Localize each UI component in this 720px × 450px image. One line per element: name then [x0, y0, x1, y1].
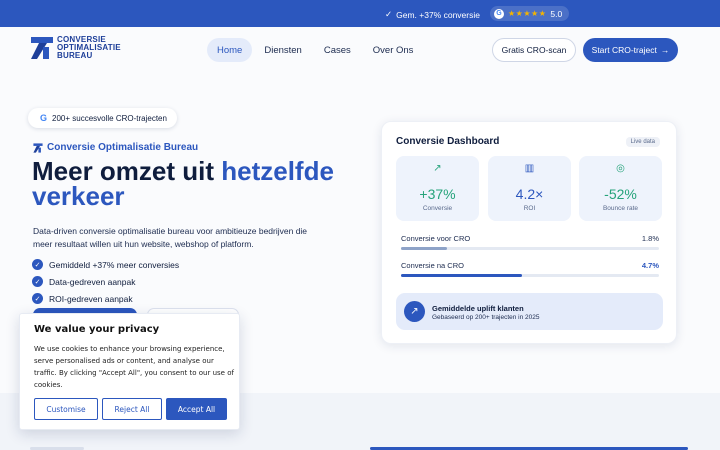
- live-badge: Live data: [625, 137, 660, 147]
- bar-chart-icon: ▥: [524, 163, 535, 174]
- stat-conversion: ↗ +37% Conversie: [396, 156, 479, 221]
- bar-value: 4.7%: [641, 261, 659, 270]
- bar-before-cro: Conversie voor CRO 1.8%: [401, 234, 659, 250]
- uplift-card: ↗ Gemiddelde uplift klanten Gebaseerd op…: [396, 293, 663, 330]
- google-icon: G: [494, 8, 504, 19]
- headline-part-3: verkeer: [32, 181, 125, 211]
- stars-icon: ★★★★★: [508, 9, 547, 18]
- accept-all-button[interactable]: Accept All: [166, 398, 227, 420]
- list-item: ✓ Data-gedreven aanpak: [32, 273, 179, 290]
- benefit-list: ✓ Gemiddeld +37% meer conversies ✓ Data-…: [32, 256, 179, 307]
- hero-description: Data-driven conversie optimalisatie bure…: [33, 226, 308, 249]
- check-icon: ✓: [385, 9, 393, 19]
- stat-roi: ▥ 4.2× ROI: [488, 156, 571, 221]
- headline-accent: hetzelfde: [221, 156, 334, 186]
- rating-value: 5.0: [550, 8, 563, 19]
- logo-mark-icon: [31, 36, 53, 60]
- stat-value: 4.2×: [515, 186, 544, 202]
- eyebrow: Conversie Optimalisatie Bureau: [33, 142, 198, 153]
- conversion-dashboard: Conversie Dashboard Live data ↗ +37% Con…: [381, 121, 677, 344]
- uplift-subtitle: Gebaseerd op 200+ trajecten in 2025: [432, 314, 540, 321]
- top-bar: ✓ Gem. +37% conversie G ★★★★★ 5.0: [0, 0, 720, 27]
- cookie-consent-dialog: We value your privacy We use cookies to …: [19, 313, 240, 430]
- cookie-body: We use cookies to enhance your browsing …: [34, 345, 234, 389]
- logo[interactable]: CONVERSIE OPTIMALISATIE BUREAU: [31, 36, 121, 60]
- bar-after-cro: Conversie na CRO 4.7%: [401, 261, 659, 277]
- nav-home[interactable]: Home: [207, 38, 253, 62]
- cookie-title: We value your privacy: [34, 324, 160, 335]
- start-traject-label: Start CRO-traject: [591, 45, 657, 55]
- target-icon: ◎: [616, 163, 625, 174]
- stat-bounce: ◎ -52% Bounce rate: [579, 156, 662, 221]
- social-proof-text: 200+ succesvolle CRO-trajecten: [52, 113, 167, 123]
- promo-banner: ✓ Gem. +37% conversie: [385, 9, 480, 20]
- social-proof-pill: G 200+ succesvolle CRO-trajecten: [28, 108, 177, 128]
- progress-track: [401, 274, 659, 277]
- list-item: ✓ ROI-gedreven aanpak: [32, 290, 179, 307]
- stat-value: +37%: [419, 186, 456, 202]
- trend-up-icon: ↗: [433, 163, 442, 174]
- promo-text: Gem. +37% conversie: [396, 9, 480, 20]
- google-rating[interactable]: G ★★★★★ 5.0: [490, 6, 570, 21]
- logo-small-icon: [33, 142, 43, 153]
- list-item: ✓ Gemiddeld +37% meer conversies: [32, 256, 179, 273]
- dashboard-title: Conversie Dashboard: [396, 136, 500, 147]
- reject-all-button[interactable]: Reject All: [102, 398, 162, 420]
- benefit-text: Data-gedreven aanpak: [49, 276, 136, 287]
- logo-text: CONVERSIE OPTIMALISATIE BUREAU: [57, 36, 121, 60]
- stat-label: Conversie: [422, 205, 453, 212]
- eyebrow-text: Conversie Optimalisatie Bureau: [47, 142, 199, 153]
- check-circle-icon: ✓: [32, 259, 43, 270]
- progress-track: [401, 247, 659, 250]
- logo-line-3: BUREAU: [57, 51, 93, 60]
- customise-button[interactable]: Customise: [34, 398, 98, 420]
- trend-up-icon: ↗: [404, 301, 425, 322]
- check-circle-icon: ✓: [32, 293, 43, 304]
- bar-label: Conversie na CRO: [401, 261, 464, 270]
- google-icon: G: [40, 113, 48, 123]
- nav-cases[interactable]: Cases: [314, 38, 361, 62]
- progress-fill: [401, 274, 523, 277]
- nav-diensten[interactable]: Diensten: [254, 38, 312, 62]
- stat-value: -52%: [604, 186, 637, 202]
- arrow-right-icon: →: [660, 45, 670, 55]
- progress-fill: [401, 247, 448, 250]
- nav-links: Home Diensten Cases Over Ons: [207, 38, 423, 62]
- nav-over-ons[interactable]: Over Ons: [363, 38, 424, 62]
- page-title: Meer omzet uit hetzelfde verkeer: [32, 156, 372, 211]
- stat-label: ROI: [523, 205, 536, 212]
- bar-value: 1.8%: [641, 234, 659, 243]
- main-navigation: CONVERSIE OPTIMALISATIE BUREAU Home Dien…: [0, 27, 720, 75]
- start-traject-button[interactable]: Start CRO-traject →: [583, 38, 678, 62]
- uplift-title: Gemiddelde uplift klanten: [432, 304, 524, 313]
- benefit-text: ROI-gedreven aanpak: [49, 293, 133, 304]
- stat-label: Bounce rate: [602, 205, 639, 212]
- check-circle-icon: ✓: [32, 276, 43, 287]
- benefit-text: Gemiddeld +37% meer conversies: [49, 259, 180, 270]
- free-scan-button[interactable]: Gratis CRO-scan: [492, 38, 576, 62]
- bar-label: Conversie voor CRO: [401, 234, 471, 243]
